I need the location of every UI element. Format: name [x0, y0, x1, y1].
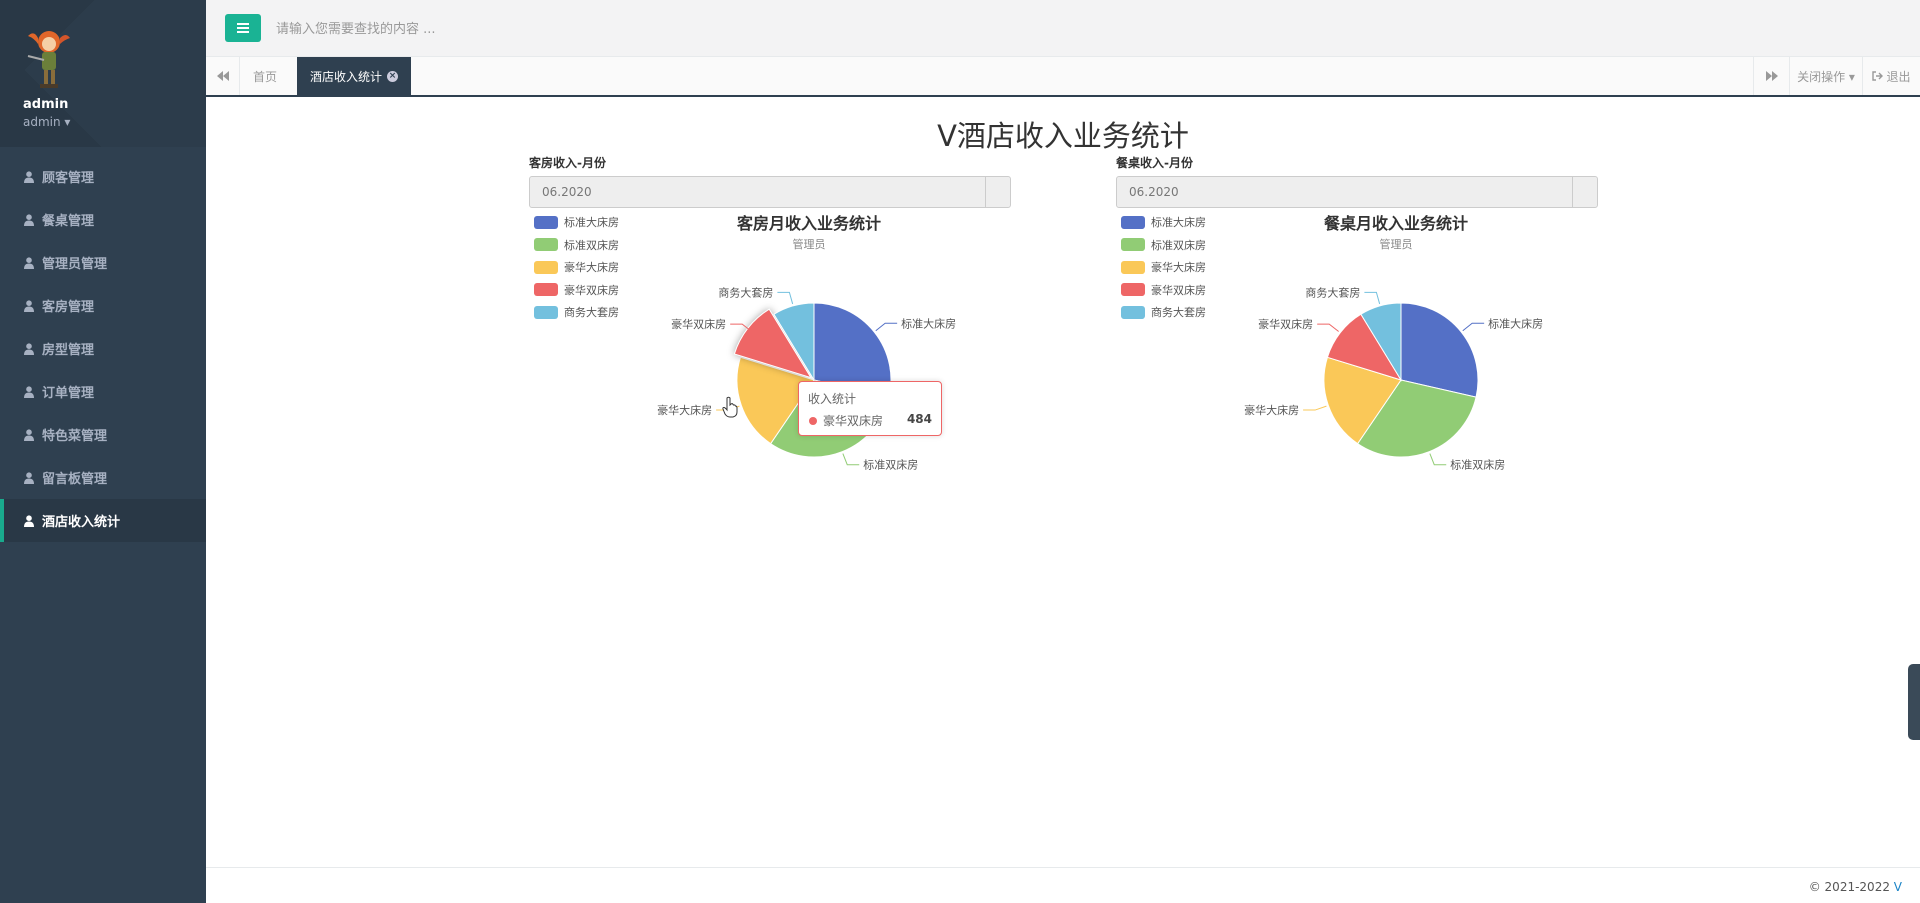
tooltip-value: 484 [906, 412, 932, 426]
footer: © 2021-2022 V [206, 867, 1920, 903]
tabs-scroll-right-button[interactable] [1753, 57, 1789, 95]
footer-copyright-text: © 2021-2022 [1808, 880, 1894, 894]
user-icon [24, 299, 34, 312]
sidebar-item-admins[interactable]: 管理员管理 [0, 241, 206, 284]
user-icon [24, 471, 34, 484]
footer-brand: V [1893, 880, 1902, 894]
user-icon [24, 342, 34, 355]
search-input[interactable] [276, 18, 676, 40]
label-line [777, 291, 794, 305]
user-icon [24, 428, 34, 441]
label-line [842, 453, 860, 466]
sidebar-item-label: 管理员管理 [42, 257, 108, 272]
tabs-bar: 首页 酒店收入统计 × 关闭操作 ▾ 退出 [206, 57, 1920, 97]
close-operations-label: 关闭操作 ▾ [1797, 69, 1855, 84]
tooltip-color-dot [809, 417, 817, 425]
user-icon [24, 213, 34, 226]
page-title: V酒店收入业务统计 [937, 119, 1189, 153]
tooltip-series-name: 豪华双床房 [823, 414, 884, 428]
label-line [1364, 291, 1381, 305]
sidebar-item-orders[interactable]: 订单管理 [0, 370, 206, 413]
sidebar-item-label: 房型管理 [42, 343, 95, 358]
sign-out-icon [1872, 71, 1884, 81]
table-revenue-chart: 标准大床房 标准双床房 豪华大床房 豪华双床房 商务大套房 餐桌月收入业务统计 管理员 … [1116, 154, 1676, 494]
sidebar-item-messages[interactable]: 留言板管理 [0, 456, 206, 499]
slice-label: 商务大套房 [718, 285, 773, 299]
label-line [1303, 405, 1327, 411]
label-line [1462, 322, 1485, 332]
user-icon [24, 170, 34, 183]
logout-button[interactable]: 退出 [1862, 57, 1920, 95]
sidebar-item-label: 客房管理 [42, 300, 95, 315]
logout-label: 退出 [1886, 69, 1911, 84]
avatar[interactable] [24, 28, 74, 92]
slice-label: 豪华大床房 [1244, 403, 1299, 417]
label-line [875, 322, 898, 332]
menu-toggle-button[interactable] [225, 14, 261, 42]
sidebar-item-room-types[interactable]: 房型管理 [0, 327, 206, 370]
close-operations-dropdown[interactable]: 关闭操作 ▾ [1789, 57, 1862, 95]
slice-label: 豪华双床房 [671, 317, 726, 331]
sidebar-item-label: 留言板管理 [42, 472, 108, 487]
top-navbar [206, 0, 1920, 57]
sidebar-item-rooms[interactable]: 客房管理 [0, 284, 206, 327]
hamburger-icon [237, 23, 249, 33]
footer-copyright: © 2021-2022 V [1809, 880, 1902, 894]
sidebar-item-label: 餐桌管理 [42, 214, 95, 229]
sidebar-item-revenue-stats[interactable]: 酒店收入统计 [0, 499, 206, 542]
slice-label: 商务大套房 [1305, 285, 1360, 299]
sidebar-item-tables[interactable]: 餐桌管理 [0, 198, 206, 241]
sidebar-item-dishes[interactable]: 特色菜管理 [0, 413, 206, 456]
close-tab-icon[interactable]: × [387, 70, 399, 82]
profile-block: admin admin ▾ [0, 0, 206, 147]
slice-label: 豪华大床房 [657, 403, 712, 417]
sidebar-item-label: 订单管理 [42, 386, 95, 401]
sidebar-item-label: 酒店收入统计 [42, 515, 121, 530]
side-widget-handle[interactable] [1908, 664, 1920, 740]
user-icon [24, 514, 34, 527]
sidebar-item-label: 顾客管理 [42, 171, 95, 186]
mouse-cursor-icon [722, 396, 738, 418]
label-line [1317, 323, 1339, 332]
tab-label: 酒店收入统计 [310, 69, 383, 84]
profile-name[interactable]: admin [23, 97, 68, 112]
tab-home[interactable]: 首页 [240, 57, 290, 95]
sidebar-nav: 顾客管理 餐桌管理 管理员管理 客房管理 房型管理 订单管理 特色菜管理 留言板… [0, 155, 206, 542]
sidebar-item-label: 特色菜管理 [42, 429, 108, 444]
profile-role-dropdown[interactable]: admin ▾ [23, 115, 70, 129]
label-line [1429, 453, 1447, 466]
pie-chart: 标准大床房标准双床房豪华大床房豪华双床房商务大套房 [657, 285, 956, 472]
tab-revenue-stats[interactable]: 酒店收入统计 × [297, 57, 412, 95]
sidebar: admin admin ▾ 顾客管理 餐桌管理 管理员管理 客房管理 房型管理 … [0, 0, 206, 903]
user-icon [24, 385, 34, 398]
room-revenue-chart: 标准大床房 标准双床房 豪华大床房 豪华双床房 商务大套房 客房月收入业务统计 管理员 … [529, 154, 1089, 494]
slice-label: 豪华双床房 [1258, 317, 1313, 331]
slice-label: 标准大床房 [901, 316, 956, 330]
tooltip-title: 收入统计 [808, 392, 857, 406]
forward-icon [1765, 71, 1778, 81]
slice-label: 标准双床房 [1450, 458, 1505, 472]
pie-chart: 标准大床房标准双床房 豪华大床房 豪华双床房 商务大套房 [1244, 285, 1543, 472]
tab-label: 首页 [253, 69, 278, 84]
tabs-scroll-left-button[interactable] [206, 57, 240, 95]
slice-label: 标准双床房 [863, 458, 918, 472]
main-content: V酒店收入业务统计 客房收入-月份 06.2020 标准大床房 标准双床房 豪华大床… [206, 97, 1920, 867]
sidebar-item-customers[interactable]: 顾客管理 [0, 155, 206, 198]
chart-tooltip: 收入统计 豪华双床房 484 [798, 381, 942, 436]
user-icon [24, 256, 34, 269]
slice-label: 标准大床房 [1488, 316, 1543, 330]
backward-icon [216, 71, 229, 81]
